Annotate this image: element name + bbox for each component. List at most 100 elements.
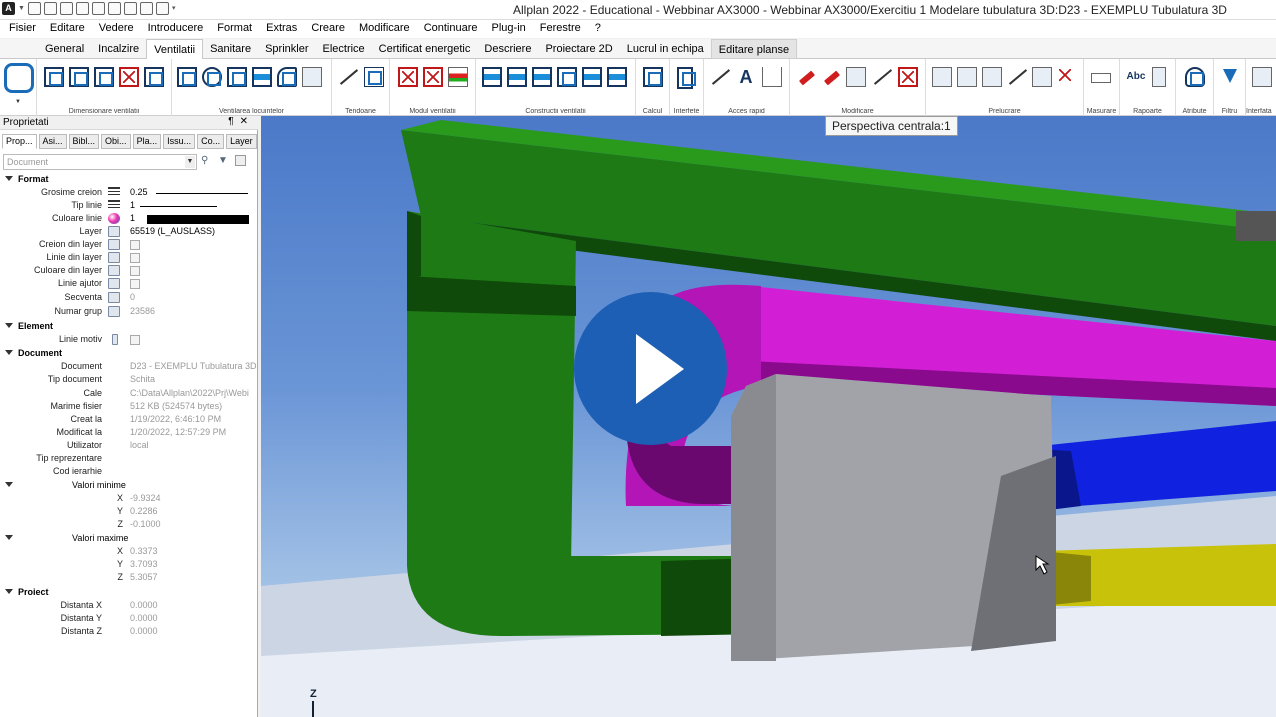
duct-list-icon[interactable] bbox=[144, 67, 164, 87]
tab-electrice[interactable]: Electrice bbox=[315, 39, 371, 59]
tee-icon[interactable] bbox=[582, 67, 602, 87]
calculate-icon[interactable] bbox=[643, 67, 663, 87]
menu-extras[interactable]: Extras bbox=[259, 20, 304, 38]
tab-certificat-energetic[interactable]: Certificat energetic bbox=[372, 39, 478, 59]
fan-icon[interactable] bbox=[202, 67, 222, 87]
grid-duct-icon[interactable] bbox=[252, 67, 272, 87]
3d-viewport[interactable] bbox=[261, 116, 1276, 717]
tools-icon[interactable] bbox=[156, 2, 169, 15]
menu-editare[interactable]: Editare bbox=[43, 20, 92, 38]
eraser-icon[interactable] bbox=[795, 67, 815, 87]
module-cross-icon[interactable] bbox=[423, 67, 443, 87]
tab-planes[interactable]: Pla... bbox=[132, 134, 162, 149]
cylinder-icon[interactable] bbox=[302, 67, 322, 87]
refresh-icon[interactable] bbox=[124, 2, 137, 15]
section-valori-minime[interactable]: Valori minime bbox=[5, 480, 126, 490]
modify-point-icon[interactable] bbox=[820, 67, 840, 87]
menu-modificare[interactable]: Modificare bbox=[352, 20, 417, 38]
menu-creare[interactable]: Creare bbox=[304, 20, 352, 38]
pin-icon[interactable]: ¶ bbox=[228, 116, 239, 127]
tab-connect[interactable]: Co... bbox=[197, 134, 225, 149]
customize-toolbar-icon[interactable]: ▾ bbox=[172, 2, 179, 15]
polyline-icon[interactable] bbox=[872, 67, 892, 87]
menu-continuare[interactable]: Continuare bbox=[417, 20, 485, 38]
section-proiect[interactable]: Proiect bbox=[5, 587, 49, 597]
dimension-icon[interactable] bbox=[762, 67, 782, 87]
delete-icon[interactable] bbox=[1057, 67, 1077, 87]
tendon-step-icon[interactable] bbox=[364, 67, 384, 87]
prop-value[interactable]: 1 bbox=[130, 200, 135, 210]
ruler-icon[interactable] bbox=[1091, 73, 1111, 83]
search-icon[interactable]: ⚲ bbox=[201, 155, 212, 166]
checkbox[interactable] bbox=[130, 266, 140, 276]
grille-icon[interactable] bbox=[227, 67, 247, 87]
tab-editare-planse[interactable]: Editare planse bbox=[710, 39, 798, 59]
close-icon[interactable]: ✕ bbox=[240, 116, 254, 127]
duct-rect-icon[interactable] bbox=[69, 67, 89, 87]
attribute-icon[interactable] bbox=[1185, 67, 1205, 87]
tab-lucrul-in-echipa[interactable]: Lucrul in echipa bbox=[620, 39, 711, 59]
section-format[interactable]: Format bbox=[5, 174, 49, 184]
line-icon[interactable] bbox=[710, 67, 730, 87]
new-file-icon[interactable] bbox=[28, 2, 41, 15]
menu-plug-in[interactable]: Plug-in bbox=[485, 20, 533, 38]
menu-vedere[interactable]: Vedere bbox=[92, 20, 141, 38]
tendon-line-icon[interactable] bbox=[338, 67, 358, 87]
tab-proiectare-2d[interactable]: Proiectare 2D bbox=[538, 39, 619, 59]
tab-library[interactable]: Bibl... bbox=[68, 134, 100, 149]
tab-sanitare[interactable]: Sanitare bbox=[203, 39, 258, 59]
section-document[interactable]: Document bbox=[5, 348, 62, 358]
abc-icon[interactable]: Abc bbox=[1124, 67, 1148, 87]
numbering-icon[interactable] bbox=[557, 67, 577, 87]
tab-layer[interactable]: Layer bbox=[226, 134, 257, 149]
save-icon[interactable] bbox=[44, 2, 57, 15]
section-element[interactable]: Element bbox=[5, 321, 53, 331]
construct-duct3-icon[interactable] bbox=[532, 67, 552, 87]
copy-icon[interactable] bbox=[846, 67, 866, 87]
chevron-down-icon[interactable]: ▼ bbox=[185, 156, 195, 168]
duct-tool-icon[interactable] bbox=[4, 63, 34, 93]
tab-ventilatii[interactable]: Ventilatii bbox=[146, 39, 204, 60]
tab-assistant[interactable]: Asi... bbox=[38, 134, 67, 149]
tab-descriere[interactable]: Descriere bbox=[477, 39, 538, 59]
menu-introducere[interactable]: Introducere bbox=[141, 20, 211, 38]
chevron-down-icon[interactable]: ▼ bbox=[18, 2, 25, 15]
tab-incalzire[interactable]: Incalzire bbox=[91, 39, 146, 59]
interface-icon[interactable] bbox=[677, 67, 696, 89]
report-icon[interactable] bbox=[1152, 67, 1166, 87]
duct-delete-icon[interactable] bbox=[119, 67, 139, 87]
prop-value[interactable]: 1 bbox=[130, 213, 135, 223]
interface2-icon[interactable] bbox=[1252, 67, 1272, 87]
module-delete-icon[interactable] bbox=[398, 67, 418, 87]
checkbox-icon[interactable] bbox=[235, 155, 246, 166]
module-color-icon[interactable] bbox=[448, 67, 468, 87]
checkbox[interactable] bbox=[130, 240, 140, 250]
prop-value[interactable]: 0.25 bbox=[130, 187, 148, 197]
duct-section2-icon[interactable] bbox=[607, 67, 627, 87]
duplicate-icon[interactable] bbox=[932, 67, 952, 87]
filter-icon[interactable]: ▼ bbox=[218, 155, 229, 166]
construct-duct-icon[interactable] bbox=[482, 67, 502, 87]
tab-issues[interactable]: Issu... bbox=[163, 134, 196, 149]
app-logo-icon[interactable]: A bbox=[2, 2, 15, 15]
section-valori-maxime[interactable]: Valori maxime bbox=[5, 533, 128, 543]
redo-icon[interactable] bbox=[108, 2, 121, 15]
duct-section-icon[interactable] bbox=[94, 67, 114, 87]
menu-format[interactable]: Format bbox=[210, 20, 259, 38]
stretch-icon[interactable] bbox=[1032, 67, 1052, 87]
mirror-icon[interactable] bbox=[1007, 67, 1027, 87]
edit-icon[interactable] bbox=[76, 2, 89, 15]
elbow-icon[interactable] bbox=[277, 67, 297, 87]
checkbox[interactable] bbox=[130, 253, 140, 263]
menu-fisier[interactable]: Fisier bbox=[2, 20, 43, 38]
menu-ferestre[interactable]: Ferestre bbox=[533, 20, 588, 38]
checkbox[interactable] bbox=[130, 335, 140, 345]
object-filter-select[interactable]: Document ▼ bbox=[3, 154, 197, 170]
settings-icon[interactable] bbox=[140, 2, 153, 15]
play-button[interactable] bbox=[574, 292, 727, 445]
tab-objects[interactable]: Obi... bbox=[101, 134, 131, 149]
airflow-icon[interactable] bbox=[177, 67, 197, 87]
undo-icon[interactable] bbox=[92, 2, 105, 15]
rotate-icon[interactable] bbox=[982, 67, 1002, 87]
tab-properties[interactable]: Prop... bbox=[2, 134, 37, 149]
